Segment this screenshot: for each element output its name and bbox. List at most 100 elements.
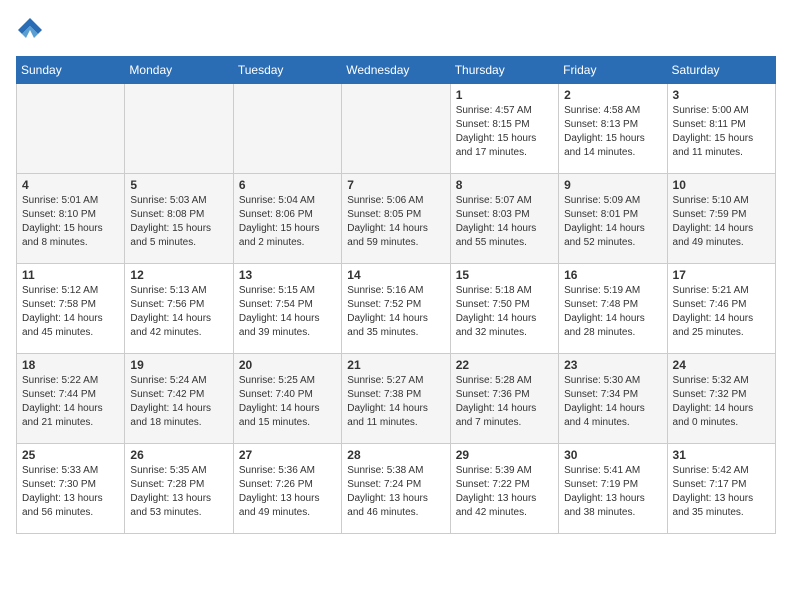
- day-number: 2: [564, 88, 661, 102]
- calendar-day-cell: 19 Sunrise: 5:24 AMSunset: 7:42 PMDayligh…: [125, 354, 233, 444]
- day-number: 6: [239, 178, 336, 192]
- calendar-day-cell: 28Sunrise: 5:38 AMSunset: 7:24 PMDayligh…: [342, 444, 450, 534]
- calendar-day-cell: 29Sunrise: 5:39 AMSunset: 7:22 PMDayligh…: [450, 444, 558, 534]
- calendar-day-cell: 7Sunrise: 5:06 AMSunset: 8:05 PMDaylight…: [342, 174, 450, 264]
- logo-icon: [16, 16, 44, 44]
- day-info: Sunrise: 5:36 AMSunset: 7:26 PMDaylight:…: [239, 464, 336, 520]
- logo: [16, 16, 48, 44]
- day-number: 5: [130, 178, 227, 192]
- day-info: Sunrise: 5:06 AMSunset: 8:05 PMDaylight:…: [347, 194, 444, 250]
- day-info: Sunrise: 4:58 AMSunset: 8:13 PMDaylight:…: [564, 104, 661, 160]
- day-info: Sunrise: 5:19 AMSunset: 7:48 PMDaylight:…: [564, 284, 661, 340]
- weekday-header: Sunday: [17, 57, 125, 84]
- calendar-week-row: 25 Sunrise: 5:33 AMSunset: 7:30 PMDayligh…: [17, 444, 776, 534]
- day-number: 15: [456, 268, 553, 282]
- day-number: 14: [347, 268, 444, 282]
- calendar-week-row: 11 Sunrise: 5:12 AMSunset: 7:58 PMDayligh…: [17, 264, 776, 354]
- calendar-day-cell: 15 Sunrise: 5:18 AMSunset: 7:50 PMDayligh…: [450, 264, 558, 354]
- day-info: Sunrise: 5:00 AMSunset: 8:11 PMDaylight:…: [673, 104, 770, 160]
- day-number: 30: [564, 448, 661, 462]
- calendar-week-row: 4 Sunrise: 5:01 AMSunset: 8:10 PMDaylight…: [17, 174, 776, 264]
- calendar-day-cell: 2 Sunrise: 4:58 AMSunset: 8:13 PMDaylight…: [559, 84, 667, 174]
- calendar-day-cell: [125, 84, 233, 174]
- calendar-week-row: 1 Sunrise: 4:57 AMSunset: 8:15 PMDaylight…: [17, 84, 776, 174]
- day-number: 19: [130, 358, 227, 372]
- calendar-day-cell: 31 Sunrise: 5:42 AMSunset: 7:17 PMDayligh…: [667, 444, 775, 534]
- day-info: Sunrise: 5:04 AMSunset: 8:06 PMDaylight:…: [239, 194, 336, 250]
- day-number: 21: [347, 358, 444, 372]
- day-info: Sunrise: 5:25 AMSunset: 7:40 PMDaylight:…: [239, 374, 336, 430]
- day-number: 16: [564, 268, 661, 282]
- calendar-day-cell: 9 Sunrise: 5:09 AMSunset: 8:01 PMDaylight…: [559, 174, 667, 264]
- calendar-day-cell: 12 Sunrise: 5:13 AMSunset: 7:56 PMDayligh…: [125, 264, 233, 354]
- calendar-table: SundayMondayTuesdayWednesdayThursdayFrid…: [16, 56, 776, 534]
- calendar-day-cell: [17, 84, 125, 174]
- day-number: 27: [239, 448, 336, 462]
- day-info: Sunrise: 4:57 AMSunset: 8:15 PMDaylight:…: [456, 104, 553, 160]
- day-info: Sunrise: 5:03 AMSunset: 8:08 PMDaylight:…: [130, 194, 227, 250]
- day-info: Sunrise: 5:21 AMSunset: 7:46 PMDaylight:…: [673, 284, 770, 340]
- day-info: Sunrise: 5:41 AMSunset: 7:19 PMDaylight:…: [564, 464, 661, 520]
- calendar-day-cell: 3Sunrise: 5:00 AMSunset: 8:11 PMDaylight…: [667, 84, 775, 174]
- day-info: Sunrise: 5:13 AMSunset: 7:56 PMDaylight:…: [130, 284, 227, 340]
- weekday-header: Saturday: [667, 57, 775, 84]
- calendar-day-cell: 23 Sunrise: 5:30 AMSunset: 7:34 PMDayligh…: [559, 354, 667, 444]
- calendar-day-cell: 27 Sunrise: 5:36 AMSunset: 7:26 PMDayligh…: [233, 444, 341, 534]
- day-info: Sunrise: 5:27 AMSunset: 7:38 PMDaylight:…: [347, 374, 444, 430]
- day-info: Sunrise: 5:09 AMSunset: 8:01 PMDaylight:…: [564, 194, 661, 250]
- day-number: 9: [564, 178, 661, 192]
- day-info: Sunrise: 5:24 AMSunset: 7:42 PMDaylight:…: [130, 374, 227, 430]
- calendar-day-cell: 25 Sunrise: 5:33 AMSunset: 7:30 PMDayligh…: [17, 444, 125, 534]
- calendar-day-cell: 24Sunrise: 5:32 AMSunset: 7:32 PMDayligh…: [667, 354, 775, 444]
- day-info: Sunrise: 5:15 AMSunset: 7:54 PMDaylight:…: [239, 284, 336, 340]
- day-number: 10: [673, 178, 770, 192]
- day-number: 23: [564, 358, 661, 372]
- day-number: 8: [456, 178, 553, 192]
- calendar-day-cell: 30 Sunrise: 5:41 AMSunset: 7:19 PMDayligh…: [559, 444, 667, 534]
- calendar-day-cell: 18Sunrise: 5:22 AMSunset: 7:44 PMDayligh…: [17, 354, 125, 444]
- day-number: 22: [456, 358, 553, 372]
- day-number: 24: [673, 358, 770, 372]
- day-number: 25: [22, 448, 119, 462]
- day-info: Sunrise: 5:12 AMSunset: 7:58 PMDaylight:…: [22, 284, 119, 340]
- calendar-day-cell: 16 Sunrise: 5:19 AMSunset: 7:48 PMDayligh…: [559, 264, 667, 354]
- day-number: 12: [130, 268, 227, 282]
- day-number: 4: [22, 178, 119, 192]
- day-info: Sunrise: 5:30 AMSunset: 7:34 PMDaylight:…: [564, 374, 661, 430]
- calendar-day-cell: 1 Sunrise: 4:57 AMSunset: 8:15 PMDaylight…: [450, 84, 558, 174]
- calendar-day-cell: 13 Sunrise: 5:15 AMSunset: 7:54 PMDayligh…: [233, 264, 341, 354]
- calendar-day-cell: 21 Sunrise: 5:27 AMSunset: 7:38 PMDayligh…: [342, 354, 450, 444]
- weekday-header: Monday: [125, 57, 233, 84]
- day-info: Sunrise: 5:01 AMSunset: 8:10 PMDaylight:…: [22, 194, 119, 250]
- day-info: Sunrise: 5:42 AMSunset: 7:17 PMDaylight:…: [673, 464, 770, 520]
- day-info: Sunrise: 5:10 AMSunset: 7:59 PMDaylight:…: [673, 194, 770, 250]
- day-info: Sunrise: 5:28 AMSunset: 7:36 PMDaylight:…: [456, 374, 553, 430]
- day-number: 18: [22, 358, 119, 372]
- day-number: 11: [22, 268, 119, 282]
- day-number: 1: [456, 88, 553, 102]
- weekday-header: Friday: [559, 57, 667, 84]
- calendar-day-cell: [342, 84, 450, 174]
- calendar-week-row: 18Sunrise: 5:22 AMSunset: 7:44 PMDayligh…: [17, 354, 776, 444]
- calendar-day-cell: 8 Sunrise: 5:07 AMSunset: 8:03 PMDaylight…: [450, 174, 558, 264]
- day-number: 26: [130, 448, 227, 462]
- day-info: Sunrise: 5:07 AMSunset: 8:03 PMDaylight:…: [456, 194, 553, 250]
- day-number: 28: [347, 448, 444, 462]
- day-info: Sunrise: 5:16 AMSunset: 7:52 PMDaylight:…: [347, 284, 444, 340]
- calendar-day-cell: 11 Sunrise: 5:12 AMSunset: 7:58 PMDayligh…: [17, 264, 125, 354]
- day-info: Sunrise: 5:35 AMSunset: 7:28 PMDaylight:…: [130, 464, 227, 520]
- weekday-header: Thursday: [450, 57, 558, 84]
- calendar-header-row: SundayMondayTuesdayWednesdayThursdayFrid…: [17, 57, 776, 84]
- calendar-day-cell: 10 Sunrise: 5:10 AMSunset: 7:59 PMDayligh…: [667, 174, 775, 264]
- day-info: Sunrise: 5:18 AMSunset: 7:50 PMDaylight:…: [456, 284, 553, 340]
- weekday-header: Wednesday: [342, 57, 450, 84]
- calendar-day-cell: 17Sunrise: 5:21 AMSunset: 7:46 PMDayligh…: [667, 264, 775, 354]
- calendar-day-cell: 5 Sunrise: 5:03 AMSunset: 8:08 PMDaylight…: [125, 174, 233, 264]
- day-info: Sunrise: 5:33 AMSunset: 7:30 PMDaylight:…: [22, 464, 119, 520]
- calendar-day-cell: 20Sunrise: 5:25 AMSunset: 7:40 PMDayligh…: [233, 354, 341, 444]
- day-number: 13: [239, 268, 336, 282]
- calendar-day-cell: [233, 84, 341, 174]
- calendar-day-cell: 14 Sunrise: 5:16 AMSunset: 7:52 PMDayligh…: [342, 264, 450, 354]
- day-number: 31: [673, 448, 770, 462]
- calendar-day-cell: 4 Sunrise: 5:01 AMSunset: 8:10 PMDaylight…: [17, 174, 125, 264]
